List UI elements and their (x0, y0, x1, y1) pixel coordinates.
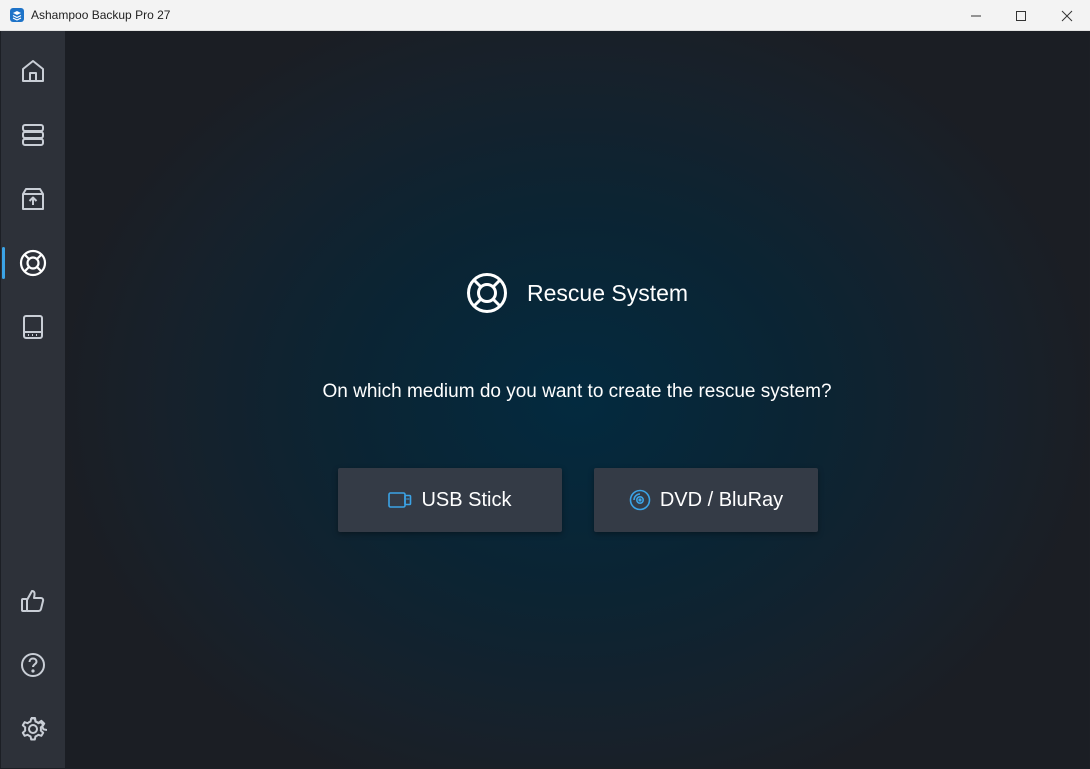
help-icon (21, 653, 45, 677)
lifebuoy-icon (19, 249, 47, 277)
drive-icon (23, 315, 43, 339)
minimize-icon (971, 15, 981, 16)
sidebar (1, 31, 65, 768)
sidebar-item-feedback[interactable] (1, 575, 65, 627)
dvd-bluray-label: DVD / BluRay (659, 488, 784, 511)
sidebar-item-home[interactable] (1, 45, 65, 97)
maximize-icon (1016, 10, 1026, 21)
usb-stick-icon (388, 492, 412, 508)
usb-stick-label: USB Stick (421, 488, 512, 511)
sidebar-item-drives[interactable] (1, 301, 65, 353)
thumbs-up-icon (21, 590, 45, 612)
page-title: Rescue System (527, 279, 689, 306)
disc-icon (629, 489, 651, 511)
home-icon (22, 60, 44, 82)
sidebar-item-backup-plans[interactable] (1, 109, 65, 161)
gear-icon (21, 717, 47, 741)
sidebar-item-rescue-system[interactable] (1, 237, 65, 289)
maximize-button[interactable] (998, 0, 1044, 31)
question-text: On which medium do you want to create th… (322, 381, 832, 402)
sidebar-item-settings[interactable] (1, 703, 65, 755)
sidebar-item-restore[interactable] (1, 173, 65, 225)
usb-stick-button[interactable]: USB Stick (338, 468, 562, 532)
main-content: Rescue System On which medium do you wan… (65, 31, 1089, 768)
close-icon (1061, 10, 1073, 21)
app-logo-icon (10, 8, 24, 22)
sidebar-item-help[interactable] (1, 639, 65, 691)
close-button[interactable] (1044, 0, 1090, 31)
title-bar: Ashampoo Backup Pro 27 (0, 0, 1090, 31)
backup-plans-icon (22, 124, 44, 146)
restore-box-icon (22, 188, 44, 210)
dvd-bluray-button[interactable]: DVD / BluRay (594, 468, 818, 532)
window-title: Ashampoo Backup Pro 27 (31, 8, 171, 22)
page-header: Rescue System (465, 270, 688, 316)
minimize-button[interactable] (953, 0, 999, 31)
lifebuoy-icon (467, 273, 507, 313)
